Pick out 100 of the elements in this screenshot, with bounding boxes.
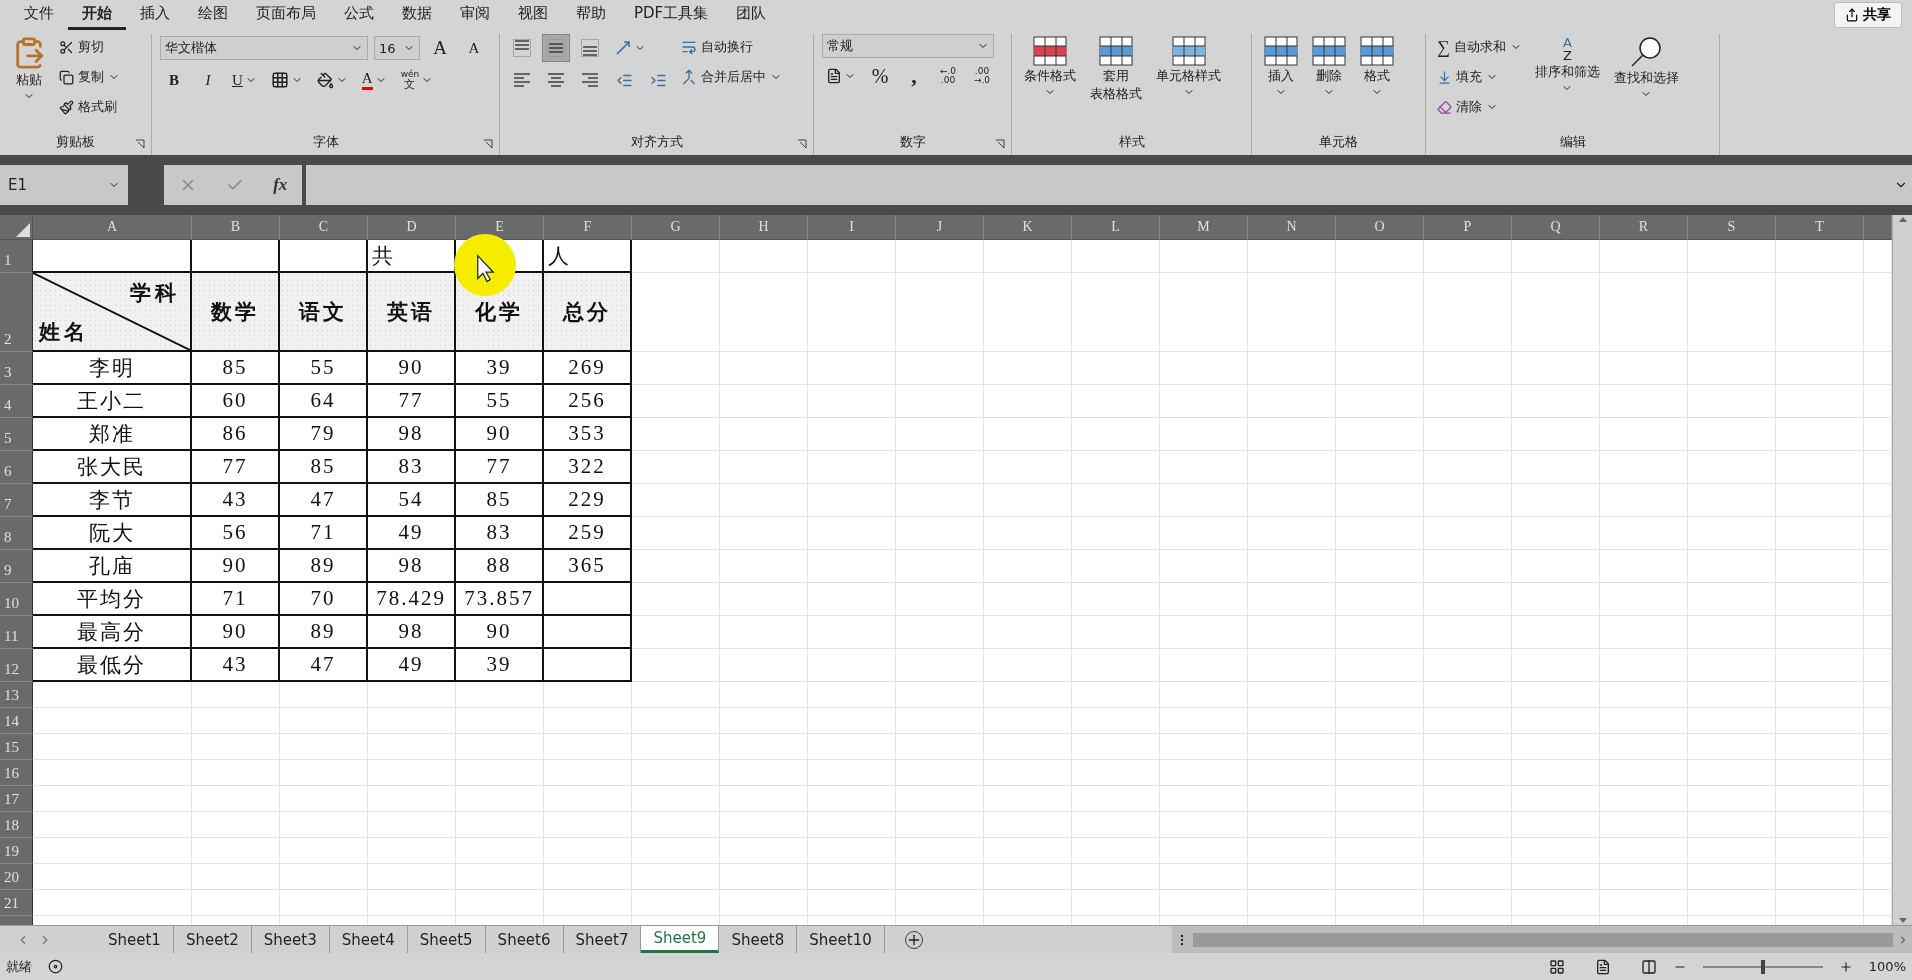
macro-record-icon[interactable] [48, 959, 63, 974]
column-header[interactable]: J [896, 215, 984, 240]
sheet-tab[interactable]: Sheet10 [797, 926, 885, 953]
row-header[interactable]: 17 [0, 786, 33, 812]
row-header[interactable]: 10 [0, 583, 33, 616]
underline-button[interactable]: U [228, 66, 261, 94]
menu-tab[interactable]: 开始 [68, 0, 126, 30]
grid-cell[interactable] [33, 240, 192, 273]
scroll-up-icon[interactable] [1897, 215, 1908, 223]
vertical-scrollbar[interactable] [1892, 215, 1912, 925]
menu-tab[interactable]: 文件 [10, 0, 68, 30]
formula-input[interactable] [306, 165, 1912, 205]
zoom-in-icon[interactable] [1838, 959, 1853, 974]
format-painter-button[interactable]: 格式刷 [56, 94, 123, 120]
column-header[interactable]: T [1776, 215, 1864, 240]
row-header[interactable]: 18 [0, 812, 33, 838]
format-button[interactable]: 格式 [1356, 34, 1398, 100]
font-color-button[interactable]: A [357, 66, 391, 94]
menu-tab[interactable]: PDF工具集 [620, 0, 723, 30]
insert-function-button[interactable]: fx [273, 175, 288, 195]
column-header[interactable]: E [456, 215, 544, 240]
dialog-launcher-icon[interactable] [995, 139, 1005, 149]
paste-button[interactable]: 粘贴 [8, 34, 50, 104]
row-header[interactable]: 15 [0, 734, 33, 760]
sheet-tab[interactable]: Sheet4 [329, 926, 408, 953]
decrease-decimal-button[interactable]: .00 →.0 [968, 62, 996, 90]
copy-button[interactable]: 复制 [56, 64, 123, 90]
row-header[interactable]: 20 [0, 864, 33, 890]
dialog-launcher-icon[interactable] [797, 139, 807, 149]
menu-tab[interactable]: 团队 [722, 0, 781, 30]
sheet-tab[interactable]: Sheet5 [407, 926, 486, 953]
column-header[interactable]: B [192, 215, 280, 240]
row-header[interactable]: 21 [0, 890, 33, 916]
column-header[interactable]: P [1424, 215, 1512, 240]
number-format-field[interactable]: 常规 [822, 34, 994, 58]
column-header[interactable]: R [1600, 215, 1688, 240]
grid-cell[interactable] [192, 240, 280, 273]
column-header[interactable]: K [984, 215, 1072, 240]
menu-tab[interactable]: 绘图 [184, 0, 242, 30]
row-header[interactable]: 9 [0, 550, 33, 583]
sheet-tab[interactable]: Sheet1 [96, 926, 174, 953]
row-header[interactable]: 3 [0, 352, 33, 385]
row-header[interactable]: 11 [0, 616, 33, 649]
row-header[interactable]: 19 [0, 838, 33, 864]
sheet-tab[interactable]: Sheet3 [251, 926, 330, 953]
row-header[interactable]: 8 [0, 517, 33, 550]
column-header[interactable]: G [632, 215, 720, 240]
normal-view-icon[interactable] [1548, 958, 1565, 975]
row-header[interactable]: 6 [0, 451, 33, 484]
insert-button[interactable]: 插入 [1260, 34, 1302, 100]
column-header[interactable]: O [1336, 215, 1424, 240]
scrollbar-thumb[interactable] [1193, 932, 1893, 947]
row-header[interactable]: 12 [0, 649, 33, 682]
column-header[interactable]: S [1688, 215, 1776, 240]
row-header[interactable]: 14 [0, 708, 33, 734]
comma-button[interactable]: , [900, 62, 928, 90]
sort-filter-button[interactable]: A Z 排序和筛选 [1530, 34, 1604, 96]
column-header[interactable]: Q [1512, 215, 1600, 240]
grid-cell[interactable] [544, 649, 632, 682]
menu-tab[interactable]: 视图 [504, 0, 562, 30]
sheet-tab[interactable]: Sheet9 [641, 926, 720, 953]
column-header[interactable]: C [280, 215, 368, 240]
column-header[interactable]: F [544, 215, 632, 240]
page-break-icon[interactable] [1640, 958, 1657, 975]
fill-button[interactable]: 填充 [1434, 64, 1525, 90]
percent-button[interactable]: % [866, 62, 894, 90]
horizontal-scrollbar[interactable] [1172, 926, 1912, 953]
row-header[interactable]: 7 [0, 484, 33, 517]
share-button[interactable]: 共享 [1834, 2, 1902, 28]
row-header[interactable]: 5 [0, 418, 33, 451]
dialog-launcher-icon[interactable] [135, 139, 145, 149]
phonetic-button[interactable]: wén 文 [396, 66, 438, 94]
select-all-button[interactable] [0, 215, 33, 240]
menu-tab[interactable]: 数据 [388, 0, 446, 30]
wrap-text-button[interactable]: 自动换行 [678, 34, 785, 60]
increase-decimal-button[interactable]: ←.0 .00 [934, 62, 962, 90]
merge-center-button[interactable]: 合并后居中 [678, 64, 785, 90]
sheet-tab[interactable]: Sheet6 [485, 926, 564, 953]
align-button[interactable] [542, 34, 570, 62]
row-header[interactable]: 16 [0, 760, 33, 786]
cell-styles-button[interactable]: 单元格样式 [1152, 34, 1225, 100]
delete-button[interactable]: 删除 [1308, 34, 1350, 100]
row-header[interactable]: 4 [0, 385, 33, 418]
bold-button[interactable]: B [160, 66, 188, 94]
font-size-field[interactable]: 16 [374, 36, 420, 60]
menu-tab[interactable]: 公式 [330, 0, 388, 30]
column-header[interactable] [1864, 215, 1892, 240]
name-box[interactable]: E1 [0, 165, 128, 205]
column-header[interactable]: I [808, 215, 896, 240]
menu-tab[interactable]: 审阅 [446, 0, 504, 30]
row-header[interactable]: 1 [0, 240, 33, 273]
grid-cell[interactable] [544, 583, 632, 616]
column-header[interactable]: A [33, 215, 192, 240]
font-name-field[interactable]: 华文楷体 [160, 36, 368, 60]
find-select-button[interactable]: 查找和选择 [1609, 34, 1683, 102]
clear-button[interactable]: 清除 [1434, 94, 1525, 120]
column-header[interactable]: H [720, 215, 808, 240]
page-layout-icon[interactable] [1594, 958, 1611, 975]
row-header[interactable]: 2 [0, 273, 33, 352]
column-header[interactable]: D [368, 215, 456, 240]
